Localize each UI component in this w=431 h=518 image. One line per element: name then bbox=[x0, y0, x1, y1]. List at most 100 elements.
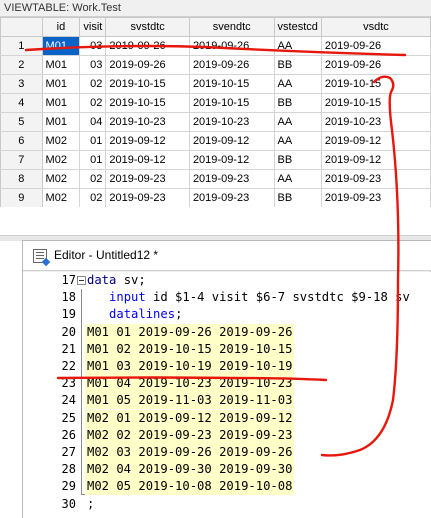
code-line[interactable]: 24 M01 05 2019-11-03 2019-11-03 bbox=[23, 392, 431, 410]
column-header-vstestcd[interactable]: vstestcd bbox=[273, 17, 322, 37]
cell-id[interactable]: M02 bbox=[42, 131, 81, 151]
table-row[interactable]: 7 M02 01 2019-09-12 2019-09-12 BB 2019-09-12 bbox=[0, 150, 431, 170]
table-row[interactable]: 6 M02 01 2019-09-12 2019-09-12 AA 2019-09-12 bbox=[0, 131, 431, 151]
row-number[interactable]: 1 bbox=[0, 36, 43, 56]
code-line[interactable]: 23 M01 04 2019-10-23 2019-10-23 bbox=[23, 375, 431, 393]
cell-svendtc[interactable]: 2019-09-23 bbox=[189, 188, 275, 208]
cell-svendtc[interactable]: 2019-09-26 bbox=[189, 55, 275, 75]
cell-visit[interactable]: 02 bbox=[79, 169, 107, 189]
column-header-id[interactable]: id bbox=[41, 17, 81, 37]
cell-visit[interactable]: 01 bbox=[79, 131, 107, 151]
editor-code-area[interactable]: 17 data sv; 18 input id $1-4 visit $6-7 sv… bbox=[23, 272, 431, 518]
cell-visit[interactable]: 02 bbox=[79, 74, 107, 94]
cell-svstdtc[interactable]: 2019-09-23 bbox=[105, 188, 190, 208]
cell-svstdtc[interactable]: 2019-10-15 bbox=[105, 74, 190, 94]
cell-vsdtc[interactable]: 2019-09-23 bbox=[321, 169, 431, 189]
row-number[interactable]: 8 bbox=[0, 169, 43, 189]
table-row[interactable]: 1 M01 03 2019-09-26 2019-09-26 AA 2019-09-26 bbox=[0, 36, 431, 56]
code-line[interactable]: 22 M01 03 2019-10-19 2019-10-19 bbox=[23, 358, 431, 375]
viewtable-corner[interactable] bbox=[0, 17, 43, 37]
code-line[interactable]: 28 M02 04 2019-09-30 2019-09-30 bbox=[23, 461, 431, 479]
cell-svstdtc[interactable]: 2019-09-12 bbox=[105, 150, 190, 170]
cell-vstestcd[interactable]: AA bbox=[274, 112, 322, 132]
cell-id[interactable]: M01 bbox=[42, 93, 81, 113]
table-row[interactable]: 8 M02 02 2019-09-23 2019-09-23 AA 2019-09-23 bbox=[0, 169, 431, 189]
cell-vsdtc[interactable]: 2019-09-12 bbox=[321, 150, 431, 170]
code-line[interactable]: 21 M01 02 2019-10-15 2019-10-15 bbox=[23, 340, 431, 358]
cell-svendtc[interactable]: 2019-09-23 bbox=[189, 169, 275, 189]
cell-vsdtc[interactable]: 2019-09-26 bbox=[321, 55, 431, 75]
column-header-svendtc[interactable]: svendtc bbox=[188, 17, 275, 37]
cell-svendtc[interactable]: 2019-09-12 bbox=[189, 150, 275, 170]
row-number[interactable]: 9 bbox=[0, 188, 43, 208]
cell-vsdtc[interactable]: 2019-09-12 bbox=[321, 131, 431, 151]
viewtable-title: VIEWTABLE: Work.Test bbox=[0, 0, 431, 17]
column-header-svstdtc[interactable]: svstdtc bbox=[105, 17, 190, 37]
code-line[interactable]: 27 M02 03 2019-09-26 2019-09-26 bbox=[23, 444, 431, 461]
code-line[interactable]: 29 M02 05 2019-10-08 2019-10-08 bbox=[23, 478, 431, 496]
code-line[interactable]: 19 datalines; bbox=[23, 306, 431, 323]
table-row[interactable]: 5 M01 04 2019-10-23 2019-10-23 AA 2019-10-23 bbox=[0, 112, 431, 132]
code-keyword: datalines bbox=[109, 307, 176, 322]
cell-vsdtc[interactable]: 2019-09-23 bbox=[321, 188, 431, 208]
table-row[interactable]: 9 M02 02 2019-09-23 2019-09-23 BB 2019-09-23 bbox=[0, 188, 431, 208]
cell-vstestcd[interactable]: BB bbox=[274, 188, 322, 208]
cell-vstestcd[interactable]: AA bbox=[274, 131, 322, 151]
cell-id[interactable]: M02 bbox=[42, 188, 81, 208]
cell-vsdtc[interactable]: 2019-10-15 bbox=[321, 93, 431, 113]
table-row[interactable]: 2 M01 03 2019-09-26 2019-09-26 BB 2019-09-26 bbox=[0, 55, 431, 75]
cell-visit[interactable]: 04 bbox=[79, 112, 107, 132]
column-header-visit[interactable]: visit bbox=[79, 17, 107, 37]
cell-svendtc[interactable]: 2019-10-15 bbox=[189, 74, 275, 94]
cell-vstestcd[interactable]: BB bbox=[274, 150, 322, 170]
cell-svendtc[interactable]: 2019-09-12 bbox=[189, 131, 275, 151]
cell-vsdtc[interactable]: 2019-10-15 bbox=[321, 74, 431, 94]
row-number[interactable]: 5 bbox=[0, 112, 43, 132]
code-keyword: data bbox=[87, 273, 117, 287]
row-number[interactable]: 6 bbox=[0, 131, 43, 151]
cell-id[interactable]: M02 bbox=[42, 150, 81, 170]
cell-vsdtc[interactable]: 2019-10-23 bbox=[321, 112, 431, 132]
cell-svstdtc[interactable]: 2019-09-12 bbox=[105, 131, 190, 151]
cell-visit[interactable]: 03 bbox=[79, 36, 107, 56]
code-line[interactable]: 26 M02 02 2019-09-23 2019-09-23 bbox=[23, 426, 431, 444]
cell-svendtc[interactable]: 2019-10-23 bbox=[189, 112, 275, 132]
cell-vstestcd[interactable]: BB bbox=[274, 55, 322, 75]
code-line[interactable]: 17 data sv; bbox=[23, 272, 431, 289]
cell-vstestcd[interactable]: BB bbox=[274, 93, 322, 113]
code-text: M01 04 2019-10-23 2019-10-23 bbox=[85, 375, 295, 393]
cell-svendtc[interactable]: 2019-09-26 bbox=[189, 36, 275, 56]
cell-visit[interactable]: 03 bbox=[79, 55, 107, 75]
cell-vsdtc[interactable]: 2019-09-26 bbox=[321, 36, 431, 56]
code-line[interactable]: 25 M02 01 2019-09-12 2019-09-12 bbox=[23, 409, 431, 427]
row-number[interactable]: 2 bbox=[0, 55, 43, 75]
cell-vstestcd[interactable]: AA bbox=[274, 74, 322, 94]
cell-svstdtc[interactable]: 2019-09-23 bbox=[105, 169, 190, 189]
cell-visit[interactable]: 02 bbox=[79, 188, 107, 208]
code-line[interactable]: 18 input id $1-4 visit $6-7 svstdtc $9-1… bbox=[23, 289, 431, 306]
cell-id[interactable]: M01 bbox=[42, 36, 81, 56]
cell-svendtc[interactable]: 2019-10-15 bbox=[189, 93, 275, 113]
cell-svstdtc[interactable]: 2019-10-15 bbox=[105, 93, 190, 113]
table-row[interactable]: 4 M01 02 2019-10-15 2019-10-15 BB 2019-10-15 bbox=[0, 93, 431, 113]
cell-id[interactable]: M01 bbox=[42, 112, 81, 132]
editor-titlebar[interactable]: Editor - Untitled12 * bbox=[23, 241, 431, 271]
column-header-vsdtc[interactable]: vsdtc bbox=[320, 17, 431, 37]
cell-vstestcd[interactable]: AA bbox=[274, 169, 322, 189]
cell-id[interactable]: M01 bbox=[42, 74, 81, 94]
table-row[interactable]: 3 M01 02 2019-10-15 2019-10-15 AA 2019-10-15 bbox=[0, 74, 431, 94]
row-number[interactable]: 3 bbox=[0, 74, 43, 94]
cell-vstestcd[interactable]: AA bbox=[274, 36, 322, 56]
row-number[interactable]: 4 bbox=[0, 93, 43, 113]
cell-svstdtc[interactable]: 2019-09-26 bbox=[105, 55, 190, 75]
fold-collapse-icon[interactable] bbox=[77, 276, 86, 285]
cell-visit[interactable]: 02 bbox=[79, 93, 107, 113]
cell-id[interactable]: M01 bbox=[42, 55, 81, 75]
cell-svstdtc[interactable]: 2019-09-26 bbox=[105, 36, 190, 56]
row-number[interactable]: 7 bbox=[0, 150, 43, 170]
cell-id[interactable]: M02 bbox=[42, 169, 81, 189]
code-line[interactable]: 30; bbox=[23, 496, 431, 513]
code-line[interactable]: 20 M01 01 2019-09-26 2019-09-26 bbox=[23, 323, 431, 341]
cell-visit[interactable]: 01 bbox=[79, 150, 107, 170]
cell-svstdtc[interactable]: 2019-10-23 bbox=[105, 112, 190, 132]
